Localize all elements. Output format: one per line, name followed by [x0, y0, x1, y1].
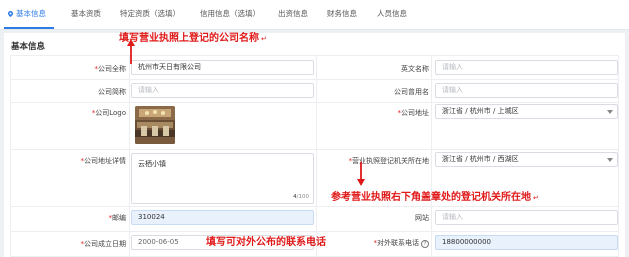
arrow-up-icon: [127, 39, 135, 64]
address-detail-textarea[interactable]: 云栖小镇 4/100: [131, 153, 314, 204]
company-short-name-label: 公司简称: [98, 88, 126, 96]
label-text: 对外联系电话: [377, 239, 419, 247]
label-text: 公司Logo: [95, 109, 126, 117]
row-divider: [11, 231, 618, 232]
help-icon[interactable]: ?: [421, 240, 429, 248]
section-title: 基本信息: [11, 42, 46, 52]
company-full-name-input[interactable]: 杭州市天日有限公司: [131, 60, 314, 75]
textarea-value: 云栖小镇: [138, 160, 166, 168]
registration-authority-select[interactable]: 浙江省 / 杭州市 / 西湖区: [435, 152, 618, 167]
active-tab-indicator: [4, 27, 54, 29]
column-divider: [431, 56, 432, 257]
annotation-company-name: 填写营业执照上登记的公司名称 ↵: [119, 33, 267, 44]
contact-phone-input[interactable]: 18800000000: [435, 235, 618, 250]
tab-credit-info[interactable]: 信用信息（选填）: [200, 8, 260, 19]
chevron-down-icon: [607, 110, 613, 114]
select-value: 浙江省 / 杭州市 / 上城区: [442, 107, 519, 115]
company-former-name-input[interactable]: 请输入: [435, 83, 618, 98]
logo-photo: [135, 106, 175, 144]
website-label: 网站: [415, 214, 429, 222]
postal-code-input[interactable]: 310024: [131, 210, 314, 225]
english-name-label: 英文名称: [401, 65, 429, 73]
company-address-select[interactable]: 浙江省 / 杭州市 / 上城区: [435, 104, 618, 119]
contact-phone-label: *对外联系电话?: [374, 238, 429, 248]
established-date-label: *公司成立日期: [81, 239, 127, 249]
row-divider: [11, 149, 618, 150]
tab-basic-info[interactable]: 基本信息: [8, 8, 46, 19]
company-short-name-input[interactable]: 请输入: [131, 83, 314, 98]
annotation-contact-phone: 填写可对外公布的联系电话: [206, 237, 326, 248]
company-logo-image[interactable]: [135, 106, 175, 144]
annotation-registration-authority: 参考营业执照右下角盖章处的登记机关所在地 ↵: [331, 192, 539, 203]
tab-financial-info[interactable]: 财务信息: [327, 8, 357, 19]
label-text: 邮编: [112, 214, 126, 222]
company-address-label: *公司地址: [398, 108, 430, 118]
select-value: 浙江省 / 杭州市 / 西湖区: [442, 155, 519, 163]
tab-specific-qualification[interactable]: 特定资质（选填）: [120, 8, 180, 19]
tab-bar: 基本信息 基本资质 特定资质（选填） 信用信息（选填） 出资信息 财务信息 人员…: [0, 0, 629, 30]
chevron-down-icon: [607, 158, 613, 162]
location-pin-icon: [8, 11, 13, 17]
tab-capital-info[interactable]: 出资信息: [278, 8, 308, 19]
row-divider: [11, 79, 618, 80]
row-divider: [11, 102, 618, 103]
basic-info-form: *公司全称 杭州市天日有限公司 英文名称 请输入 公司简称 请输入 公司曾用名 …: [10, 55, 619, 257]
address-detail-label: *公司地址详情: [81, 156, 127, 166]
column-divider: [129, 56, 130, 257]
label-text: 公司地址详情: [84, 157, 126, 165]
label-text: 公司成立日期: [84, 240, 126, 248]
char-counter: 4/100: [293, 194, 309, 200]
arrow-down-icon: [357, 162, 365, 186]
label-text: 公司全称: [98, 65, 126, 73]
column-divider: [316, 56, 317, 257]
label-text: 公司地址: [401, 109, 429, 117]
postal-code-label: *邮编: [109, 213, 127, 223]
company-logo-label: *公司Logo: [92, 108, 126, 118]
company-full-name-label: *公司全称: [95, 64, 127, 74]
row-divider: [11, 206, 618, 207]
website-input[interactable]: 请输入: [435, 210, 618, 225]
tab-basic-qualification[interactable]: 基本资质: [71, 8, 101, 19]
basic-info-panel: 基本信息 *公司全称 杭州市天日有限公司 英文名称 请输入 公司简称 请输入 公…: [4, 33, 625, 257]
english-name-input[interactable]: 请输入: [435, 60, 618, 75]
tab-personnel-info[interactable]: 人员信息: [377, 8, 407, 19]
tab-label: 基本信息: [16, 9, 46, 18]
company-former-name-label: 公司曾用名: [394, 88, 429, 96]
